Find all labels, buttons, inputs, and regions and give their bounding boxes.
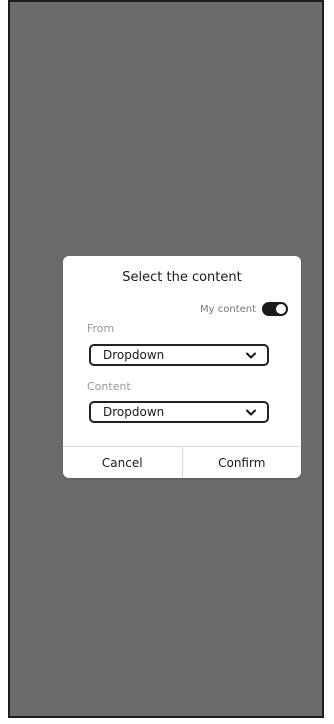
chevron-down-icon [245, 349, 257, 361]
cancel-button[interactable]: Cancel [63, 447, 182, 478]
my-content-toggle-row: My content [200, 301, 288, 317]
phone-screen: Select the content My content From Dropd… [8, 0, 324, 718]
my-content-label: My content [199, 303, 256, 315]
select-content-dialog: Select the content My content From Dropd… [63, 256, 301, 478]
dialog-footer: Cancel Confirm [63, 446, 301, 478]
from-dropdown[interactable]: Dropdown [89, 344, 269, 366]
from-label: From [87, 322, 115, 335]
confirm-button[interactable]: Confirm [183, 447, 302, 478]
my-content-toggle[interactable] [262, 302, 288, 316]
content-dropdown-value: Dropdown [103, 405, 165, 419]
from-dropdown-value: Dropdown [103, 348, 165, 362]
chevron-down-icon [245, 406, 257, 418]
dialog-title: Select the content [122, 270, 242, 285]
toggle-knob [276, 304, 286, 314]
content-dropdown[interactable]: Dropdown [89, 401, 269, 423]
content-label: Content [87, 380, 131, 393]
